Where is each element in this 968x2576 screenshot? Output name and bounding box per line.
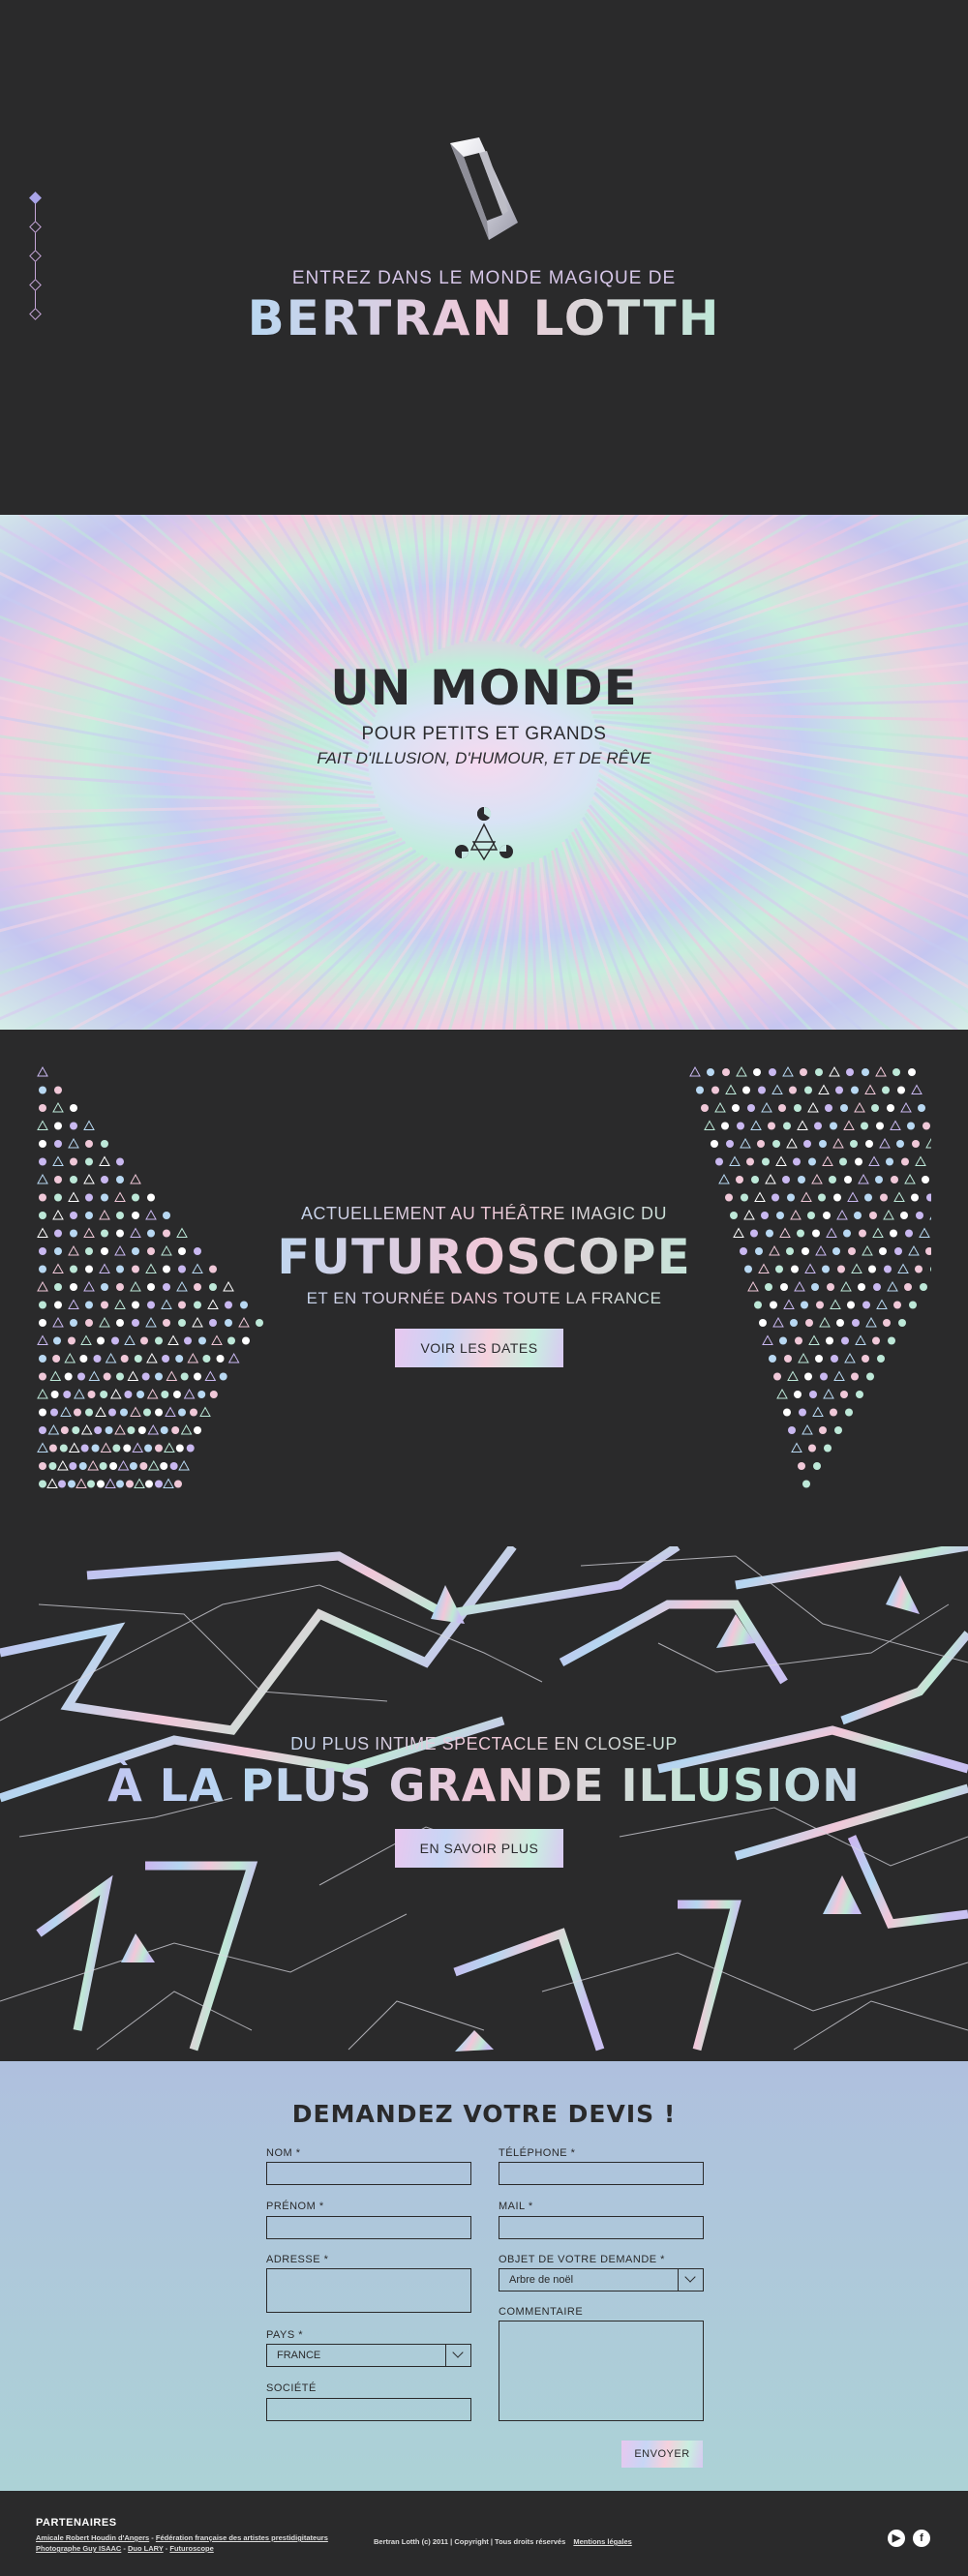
learn-more-button[interactable]: EN SAVOIR PLUS bbox=[395, 1829, 563, 1868]
copyright-text: Bertran Lotth (c) 2011 | Copyright | Tou… bbox=[374, 2537, 566, 2546]
quote-form-section: DEMANDEZ VOTRE DEVIS ! NOM * PRÉNOM * AD… bbox=[0, 2061, 968, 2491]
subject-select[interactable]: Arbre de noël bbox=[499, 2268, 704, 2291]
see-dates-button[interactable]: VOIR LES DATES bbox=[395, 1329, 563, 1367]
futuroscope-intro: ACTUELLEMENT AU THÉÂTRE IMAGIC DU bbox=[0, 1204, 968, 1224]
address-label: ADRESSE * bbox=[266, 2254, 329, 2265]
country-label: PAYS * bbox=[266, 2329, 304, 2341]
triangle-emblem-icon bbox=[455, 806, 513, 861]
partner-link[interactable]: Amicale Robert Houdin d'Angers bbox=[36, 2533, 149, 2542]
world-section: UN MONDE POUR PETITS ET GRANDS FAIT D'IL… bbox=[0, 515, 968, 1030]
footer-copyright: Bertran Lotth (c) 2011 | Copyright | Tou… bbox=[374, 2537, 632, 2546]
country-select[interactable]: FRANCE bbox=[266, 2344, 471, 2367]
futuroscope-title: FUTUROSCOPE bbox=[0, 1223, 968, 1291]
partners-list: Amicale Robert Houdin d'Angers - Fédérat… bbox=[36, 2533, 328, 2553]
holographic-background bbox=[0, 515, 968, 1030]
firstname-field[interactable] bbox=[266, 2216, 471, 2239]
subject-label: OBJET DE VOTRE DEMANDE * bbox=[499, 2254, 665, 2265]
chevron-down-icon[interactable] bbox=[445, 2345, 470, 2366]
email-label: MAIL * bbox=[499, 2201, 533, 2212]
futuroscope-section: ACTUELLEMENT AU THÉÂTRE IMAGIC DU FUTURO… bbox=[0, 1030, 968, 1546]
legal-notice-link[interactable]: Mentions légales bbox=[573, 2537, 631, 2546]
chevron-down-icon[interactable] bbox=[678, 2269, 703, 2291]
partner-link[interactable]: Photographe Guy ISAAC bbox=[36, 2544, 121, 2553]
illusion-title: À LA PLUS GRANDE ILLUSION bbox=[0, 1752, 968, 1819]
phone-label: TÉLÉPHONE * bbox=[499, 2147, 576, 2159]
phone-field[interactable] bbox=[499, 2162, 704, 2185]
world-subtitle: POUR PETITS ET GRANDS bbox=[361, 724, 607, 744]
partners-title: PARTENAIRES bbox=[36, 2517, 117, 2529]
section-nav-dot-3[interactable] bbox=[29, 250, 42, 262]
country-value: FRANCE bbox=[277, 2350, 321, 2361]
comment-label: COMMENTAIRE bbox=[499, 2306, 584, 2318]
illusion-section: DU PLUS INTIME SPECTACLE EN CLOSE-UP À L… bbox=[0, 1546, 968, 2061]
world-title: UN MONDE bbox=[330, 660, 638, 716]
quote-form-title: DEMANDEZ VOTRE DEVIS ! bbox=[291, 2100, 677, 2128]
section-nav-dot-2[interactable] bbox=[29, 221, 42, 233]
company-field[interactable] bbox=[266, 2398, 471, 2421]
subject-value: Arbre de noël bbox=[509, 2274, 574, 2286]
send-button[interactable]: ENVOYER bbox=[621, 2441, 703, 2468]
youtube-icon[interactable]: ▶ bbox=[888, 2530, 905, 2547]
email-field[interactable] bbox=[499, 2216, 704, 2239]
logo-icon bbox=[450, 137, 518, 240]
world-tagline: FAIT D'ILLUSION, D'HUMOUR, ET DE RÊVE bbox=[317, 749, 651, 767]
footer: PARTENAIRES Amicale Robert Houdin d'Ange… bbox=[0, 2491, 968, 2576]
address-field[interactable] bbox=[266, 2268, 471, 2313]
section-nav-dot-1[interactable] bbox=[29, 192, 42, 204]
futuroscope-subtitle: ET EN TOURNÉE DANS TOUTE LA FRANCE bbox=[0, 1289, 968, 1308]
name-field[interactable] bbox=[266, 2162, 471, 2185]
hero-section: ENTREZ DANS LE MONDE MAGIQUE DE BERTRAN … bbox=[0, 0, 968, 515]
company-label: SOCIÉTÉ bbox=[266, 2382, 317, 2394]
comment-field[interactable] bbox=[499, 2321, 704, 2421]
partner-link[interactable]: Duo LARY bbox=[128, 2544, 164, 2553]
partner-link[interactable]: Fédération française des artistes presti… bbox=[156, 2533, 328, 2542]
hero-title: BERTRAN LOTTH bbox=[0, 286, 968, 350]
name-label: NOM * bbox=[266, 2147, 301, 2159]
partner-link[interactable]: Futuroscope bbox=[169, 2544, 213, 2553]
facebook-icon[interactable]: f bbox=[913, 2530, 930, 2547]
firstname-label: PRÉNOM * bbox=[266, 2201, 324, 2212]
